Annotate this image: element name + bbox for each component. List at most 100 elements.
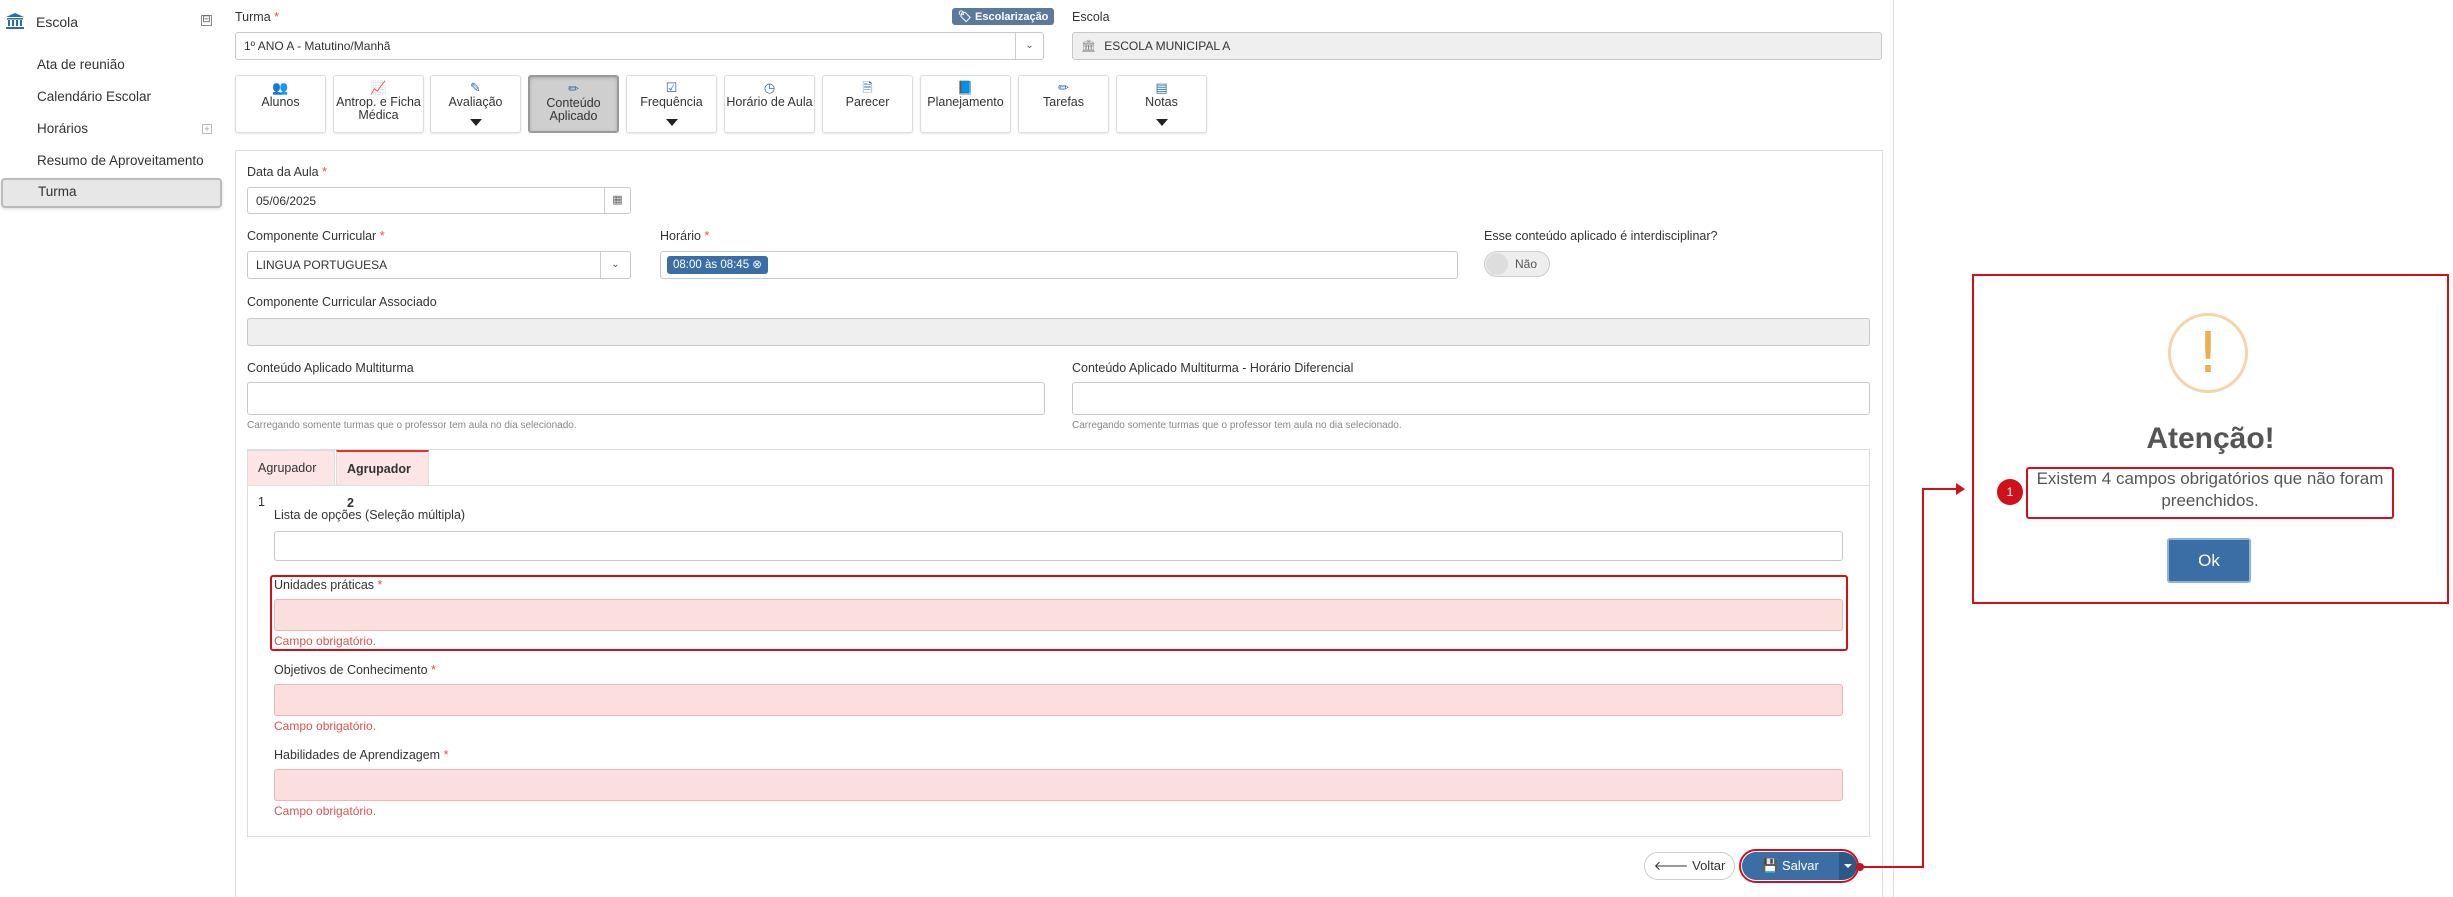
interdisciplinar-label: Esse conteúdo aplicado é interdisciplina… bbox=[1484, 229, 1718, 243]
ok-button[interactable]: Ok bbox=[2167, 538, 2251, 583]
escola-field: 🏛 ESCOLA MUNICIPAL A bbox=[1072, 32, 1882, 60]
connector-line bbox=[1922, 488, 1924, 868]
multiturma-dif-hint: Carregando somente turmas que o professo… bbox=[1072, 420, 1402, 431]
multiturma-input[interactable] bbox=[247, 382, 1045, 415]
toolbar-label: Tarefas bbox=[1043, 95, 1084, 109]
modal-message: Existem 4 campos obrigatórios que não fo… bbox=[2036, 469, 2384, 510]
building-icon: 🏛 bbox=[1081, 39, 1097, 53]
toolbar-horario-de-aula-button[interactable]: ◷ Horário de Aula bbox=[724, 75, 815, 133]
toolbar-label: Planejamento bbox=[927, 95, 1004, 109]
voltar-label: Voltar bbox=[1692, 858, 1726, 873]
toolbar-label: Alunos bbox=[261, 95, 300, 109]
escola-label: Escola bbox=[1072, 10, 1110, 24]
modal-title: Atenção! bbox=[2146, 422, 2275, 455]
toolbar-label: Antrop. e Ficha Médica bbox=[336, 95, 421, 122]
turma-label: Turma * bbox=[235, 10, 280, 24]
toolbar-notas-button[interactable]: ▤ Notas bbox=[1116, 75, 1207, 133]
objetivos-input[interactable] bbox=[274, 684, 1843, 716]
toolbar-frequencia-button[interactable]: ☑ Frequência bbox=[626, 75, 717, 133]
checkbox-icon: ☑ bbox=[665, 80, 678, 95]
habilidades-error: Campo obrigatório. bbox=[274, 804, 377, 818]
pencil-icon: ✏ bbox=[1058, 80, 1069, 95]
sidebar-item-label: Resumo de Aproveitamento bbox=[37, 153, 204, 168]
componente-select[interactable]: LINGUA PORTUGUESA ⌄ bbox=[247, 251, 631, 279]
edit-icon: ✎ bbox=[470, 80, 481, 95]
warning-icon: ! bbox=[2168, 313, 2248, 393]
tab-agrupador-2[interactable]: Agrupador 2 bbox=[336, 450, 429, 510]
tab-divider bbox=[247, 485, 1870, 486]
calendar-icon[interactable]: ▦ bbox=[604, 188, 630, 213]
caret-down-icon bbox=[665, 119, 678, 126]
horario-label: Horário * bbox=[660, 229, 710, 243]
multiturma-label: Conteúdo Aplicado Multiturma bbox=[247, 361, 414, 375]
toolbar-planejamento-button[interactable]: 📘 Planejamento bbox=[920, 75, 1011, 133]
voltar-button[interactable]: 🡐 Voltar bbox=[1644, 852, 1735, 880]
turma-value: 1º ANO A - Matutino/Manhã bbox=[244, 39, 391, 53]
connector-line bbox=[1859, 866, 1923, 868]
sidebar-item-turma[interactable]: Turma bbox=[1, 178, 222, 208]
sidebar-item-ata-de-reuniao[interactable]: Ata de reunião bbox=[0, 51, 222, 79]
escola-value: ESCOLA MUNICIPAL A bbox=[1104, 39, 1231, 53]
sidebar-item-label: Horários bbox=[37, 121, 89, 136]
objetivos-error: Campo obrigatório. bbox=[274, 719, 377, 733]
multiturma-hint: Carregando somente turmas que o professo… bbox=[247, 420, 577, 431]
salvar-highlight bbox=[1739, 849, 1859, 883]
toolbar-label: Notas bbox=[1145, 95, 1178, 109]
building-icon bbox=[6, 13, 26, 31]
tab-agrupador-1[interactable]: Agrupador 1 bbox=[247, 450, 335, 509]
sidebar-item-horarios[interactable]: Horários + bbox=[0, 115, 222, 143]
calendar-icon: ▤ bbox=[1155, 80, 1168, 95]
chart-line-icon: 📈 bbox=[370, 80, 387, 95]
sidebar-section-escola[interactable]: Escola ⊟ bbox=[6, 10, 216, 34]
caret-down-icon bbox=[1155, 119, 1168, 126]
toolbar-label: Frequência bbox=[640, 95, 703, 109]
toolbar-label: Parecer bbox=[845, 95, 890, 109]
habilidades-label: Habilidades de Aprendizagem * bbox=[274, 748, 449, 762]
toolbar-conteudo-aplicado-button[interactable]: ✏ Conteúdo Aplicado bbox=[528, 75, 619, 133]
toggle-label: Não bbox=[1514, 257, 1537, 271]
sidebar-item-label: Turma bbox=[38, 184, 77, 199]
sidebar-item-label: Calendário Escolar bbox=[37, 89, 152, 104]
caret-down-icon bbox=[469, 119, 482, 126]
escolarizacao-badge: 🏷 Escolarização bbox=[952, 8, 1055, 25]
clock-icon: ◷ bbox=[763, 80, 776, 95]
toolbar-avaliacao-button[interactable]: ✎ Avaliação bbox=[430, 75, 521, 133]
multiturma-dif-input[interactable] bbox=[1072, 382, 1870, 415]
connector-dot bbox=[1856, 863, 1864, 871]
toolbar-antrop-button[interactable]: 📈 Antrop. e Ficha Médica bbox=[333, 75, 424, 133]
toolbar-alunos-button[interactable]: 👥 Alunos bbox=[235, 75, 326, 133]
turma-select[interactable]: 1º ANO A - Matutino/Manhã ⌄ bbox=[235, 32, 1044, 60]
horario-chip[interactable]: 08:00 às 08:45 ⊗ bbox=[667, 256, 768, 274]
connector-line bbox=[1922, 488, 1958, 490]
remove-chip-icon[interactable]: ⊗ bbox=[752, 259, 762, 271]
componente-value: LINGUA PORTUGUESA bbox=[256, 258, 388, 272]
unidades-highlight bbox=[270, 575, 1848, 651]
componente-label: Componente Curricular * bbox=[247, 229, 385, 243]
sidebar-item-label: Ata de reunião bbox=[37, 57, 125, 72]
arrow-left-icon: 🡐 bbox=[1653, 858, 1689, 873]
horario-chip-label: 08:00 às 08:45 bbox=[673, 259, 750, 271]
sidebar: Escola ⊟ Ata de reunião Calendário Escol… bbox=[0, 0, 222, 897]
associado-field bbox=[247, 318, 1870, 346]
sidebar-item-calendario-escolar[interactable]: Calendário Escolar bbox=[0, 83, 222, 111]
toolbar-parecer-button[interactable]: 🗎 Parecer bbox=[822, 75, 913, 133]
associado-label: Componente Curricular Associado bbox=[247, 295, 437, 309]
habilidades-input[interactable] bbox=[274, 769, 1843, 801]
lista-multiselect[interactable] bbox=[274, 531, 1843, 561]
chevron-down-icon[interactable]: ⌄ bbox=[1015, 33, 1043, 59]
multiturma-dif-label: Conteúdo Aplicado Multiturma - Horário D… bbox=[1072, 361, 1354, 375]
data-aula-input[interactable]: 05/06/2025 ▦ bbox=[247, 187, 631, 214]
interdisciplinar-toggle[interactable]: Não bbox=[1484, 251, 1550, 277]
toolbar-label: Conteúdo Aplicado bbox=[546, 96, 601, 123]
chevron-down-icon[interactable]: ⌄ bbox=[600, 252, 630, 278]
sidebar-item-resumo-de-aproveitamento[interactable]: Resumo de Aproveitamento bbox=[0, 147, 222, 175]
arrow-right-icon bbox=[1956, 483, 1965, 495]
data-aula-value: 05/06/2025 bbox=[256, 193, 317, 208]
horario-multiselect[interactable] bbox=[660, 251, 1458, 279]
users-icon: 👥 bbox=[272, 80, 289, 95]
toggle-knob bbox=[1486, 253, 1508, 275]
book-icon: 📘 bbox=[957, 80, 974, 95]
expand-icon[interactable]: + bbox=[202, 124, 212, 134]
collapse-icon[interactable]: ⊟ bbox=[201, 15, 212, 26]
toolbar-tarefas-button[interactable]: ✏ Tarefas bbox=[1018, 75, 1109, 133]
